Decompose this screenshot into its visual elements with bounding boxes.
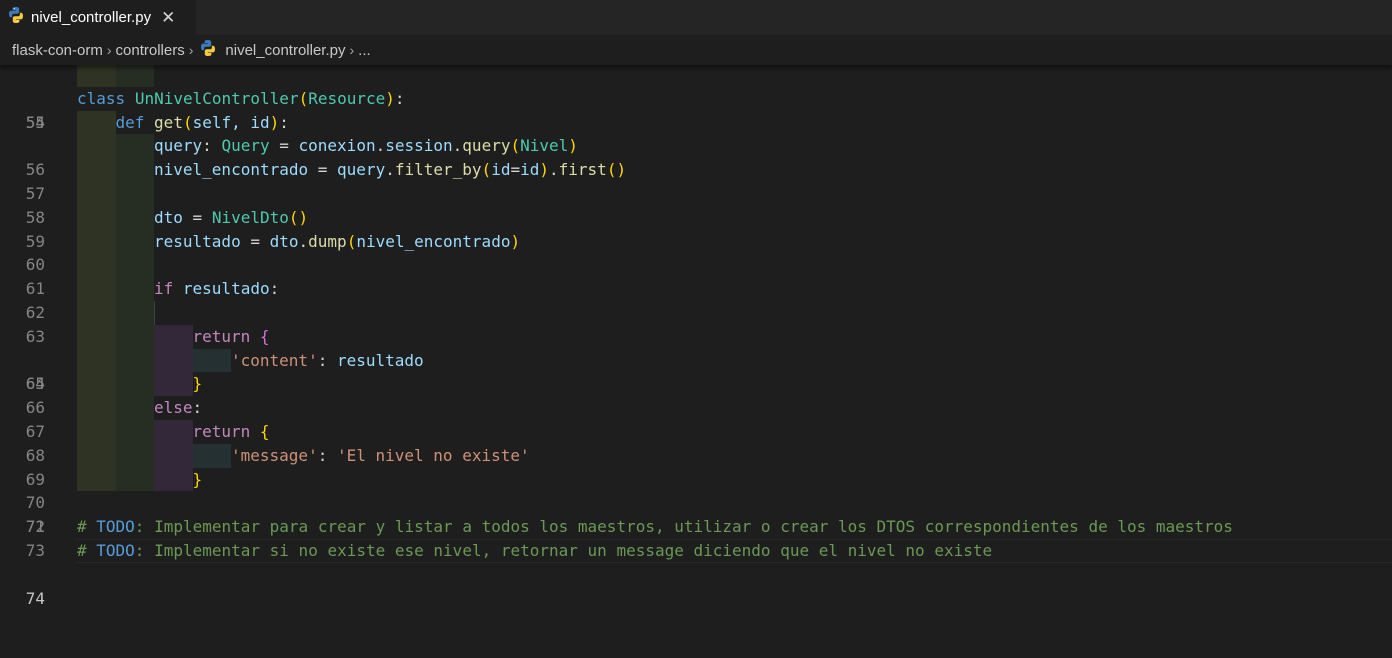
python-file-icon bbox=[7, 6, 25, 29]
code-line: 70 'message': 'El nivel no existe' bbox=[0, 443, 1392, 512]
code-line: 69 return { bbox=[0, 420, 1392, 489]
code-line: 73 # TODO: Implementar para crear y list… bbox=[0, 515, 1392, 560]
code-line: 54 bbox=[0, 63, 1392, 132]
code-line: 63 if resultado: bbox=[0, 277, 1392, 346]
code-line: 56 def get(self, id): bbox=[0, 110, 1392, 179]
python-file-icon bbox=[199, 39, 217, 61]
code-line: 57 query: Query = conexion.session.query… bbox=[0, 134, 1392, 203]
code-line: 68 else: bbox=[0, 396, 1392, 465]
tab-nivel-controller[interactable]: nivel_controller.py ✕ bbox=[0, 0, 196, 35]
code-line: 66 'content': resultado bbox=[0, 348, 1392, 417]
code-line: 65 return { bbox=[0, 324, 1392, 393]
breadcrumb-item-folder[interactable]: controllers bbox=[116, 42, 185, 59]
chevron-right-icon: › bbox=[188, 42, 194, 58]
breadcrumb: flask-con-orm › controllers › nivel_cont… bbox=[0, 35, 1392, 65]
tab-bar: nivel_controller.py ✕ bbox=[0, 0, 1392, 35]
code-line: 62 bbox=[0, 253, 1392, 322]
code-line: 71 } bbox=[0, 467, 1392, 536]
code-line: 55 class UnNivelController(Resource): bbox=[0, 87, 1392, 132]
code-line-active: 74 # TODO: Implementar si no existe ese … bbox=[0, 539, 1392, 608]
chevron-right-icon: › bbox=[349, 42, 355, 58]
code-line: 67 } bbox=[0, 372, 1392, 441]
code-line: 72 bbox=[0, 491, 1392, 536]
breadcrumb-item-project[interactable]: flask-con-orm bbox=[12, 42, 103, 59]
breadcrumb-item-symbol[interactable]: ... bbox=[358, 42, 371, 59]
code-line: 64 bbox=[0, 301, 1392, 393]
code-line: 58 nivel_encontrado = query.filter_by(id… bbox=[0, 158, 1392, 227]
line-number-active: 74 bbox=[25, 588, 45, 608]
code-editor[interactable]: 54 55 class UnNivelController(Resource):… bbox=[0, 63, 1392, 608]
code-line: 59 bbox=[0, 182, 1392, 251]
code-line: 60 dto = NivelDto() bbox=[0, 205, 1392, 274]
code-line: 61 resultado = dto.dump(nivel_encontrado… bbox=[0, 229, 1392, 298]
tab-label: nivel_controller.py bbox=[31, 9, 152, 26]
breadcrumb-item-file[interactable]: nivel_controller.py bbox=[225, 42, 345, 59]
chevron-right-icon: › bbox=[106, 42, 112, 58]
close-icon[interactable]: ✕ bbox=[161, 9, 175, 26]
